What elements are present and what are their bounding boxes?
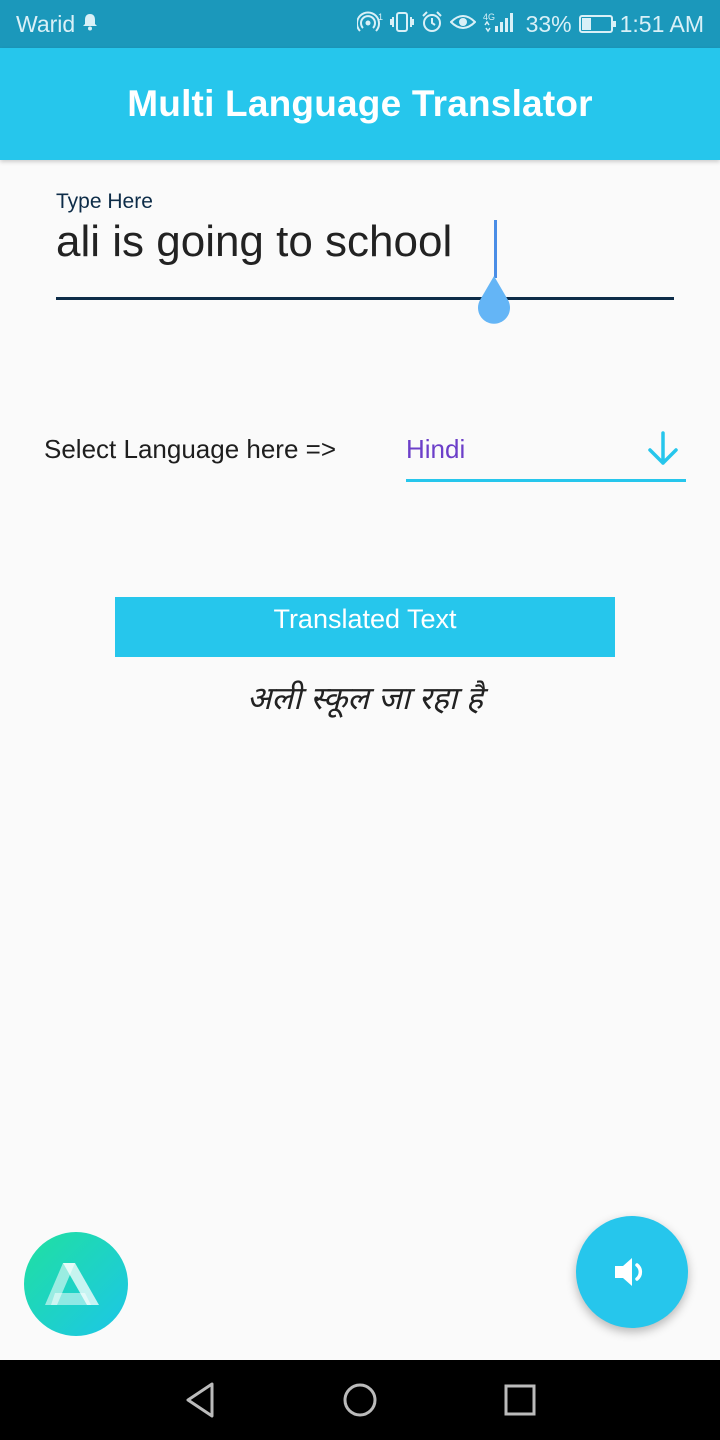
translated-output: अली स्कूल जा रहा है <box>246 680 484 716</box>
app-screen: Warid 1 4G 33% 1:51 AM Multi Language Tr… <box>0 0 720 1440</box>
back-icon[interactable] <box>180 1380 220 1420</box>
text-cursor <box>494 220 497 278</box>
svg-text:1: 1 <box>378 12 383 22</box>
input-label: Type Here <box>56 190 153 213</box>
status-bar-right: 1 4G 33% 1:51 AM <box>355 10 704 38</box>
status-bar-left: Warid <box>16 11 98 38</box>
navigation-bar <box>0 1360 720 1440</box>
vibrate-icon <box>389 11 414 37</box>
battery-level <box>581 18 591 30</box>
language-label: Select Language here => <box>44 434 337 464</box>
network-type-label: 4G <box>483 12 495 22</box>
status-bar: Warid 1 4G 33% 1:51 AM <box>0 0 720 48</box>
speak-button[interactable] <box>576 1216 688 1328</box>
notification-bell-icon <box>82 13 98 35</box>
app-bar: Multi Language Translator <box>0 48 720 160</box>
input-underline <box>56 297 674 300</box>
home-icon[interactable] <box>340 1380 380 1420</box>
eye-comfort-icon <box>449 12 476 36</box>
app-title: Multi Language Translator <box>127 83 593 124</box>
dropdown-underline <box>406 479 686 482</box>
translated-header-label: Translated Text <box>273 604 457 634</box>
translate-input-field[interactable]: Type Here <box>56 190 674 324</box>
battery-icon <box>578 15 616 33</box>
recents-icon[interactable] <box>500 1380 540 1420</box>
app-logo-icon <box>45 1263 99 1305</box>
carrier-name: Warid <box>16 10 76 37</box>
translated-text-header: Translated Text <box>115 597 615 657</box>
clock: 1:51 AM <box>619 10 704 37</box>
signal-icon: 4G <box>483 11 519 37</box>
battery-percent: 33% <box>525 10 572 37</box>
app-logo-button[interactable] <box>24 1232 128 1336</box>
language-dropdown[interactable]: Hindi <box>406 424 686 482</box>
source-text-input[interactable] <box>56 214 674 270</box>
alarm-icon <box>421 11 443 37</box>
speaker-icon <box>615 1258 643 1286</box>
selected-language: Hindi <box>406 434 466 464</box>
cursor-handle-icon[interactable] <box>472 276 516 328</box>
hotspot-icon: 1 <box>355 11 383 37</box>
arrow-down-icon <box>648 431 678 465</box>
